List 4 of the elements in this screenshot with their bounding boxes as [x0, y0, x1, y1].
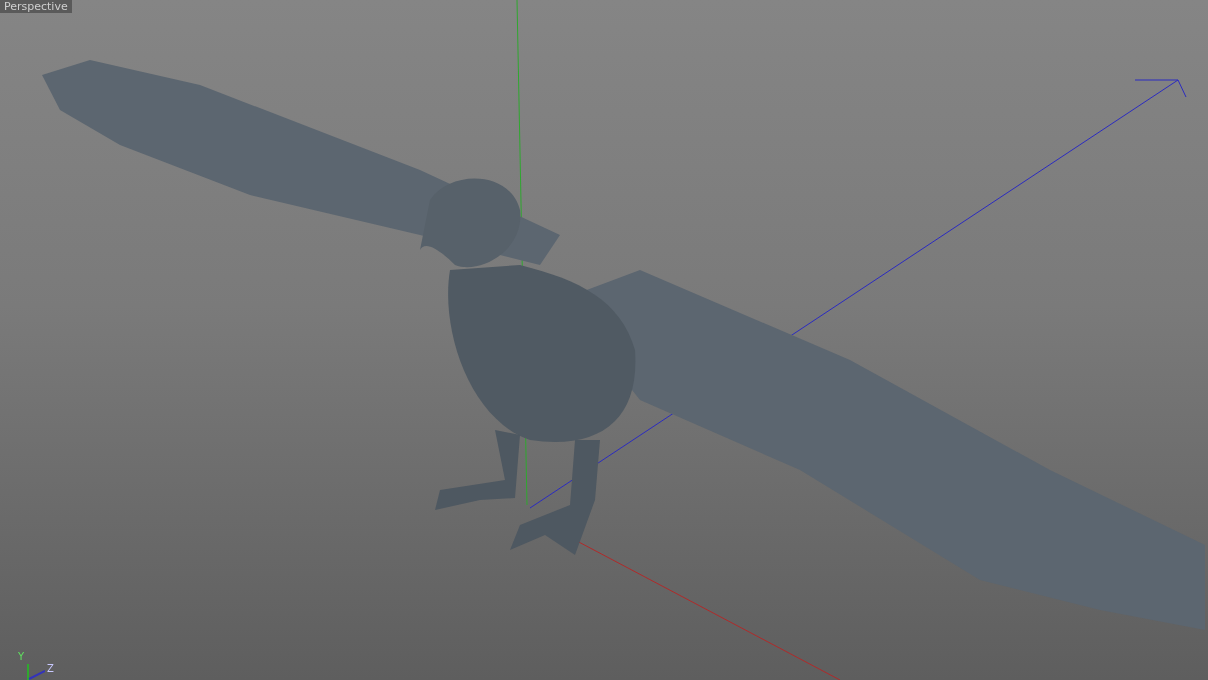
axis-label: Z — [47, 664, 54, 674]
axis-gizmo-icon — [27, 664, 45, 680]
axis-label: Y — [18, 652, 25, 662]
camera-label: Perspective — [0, 0, 72, 13]
